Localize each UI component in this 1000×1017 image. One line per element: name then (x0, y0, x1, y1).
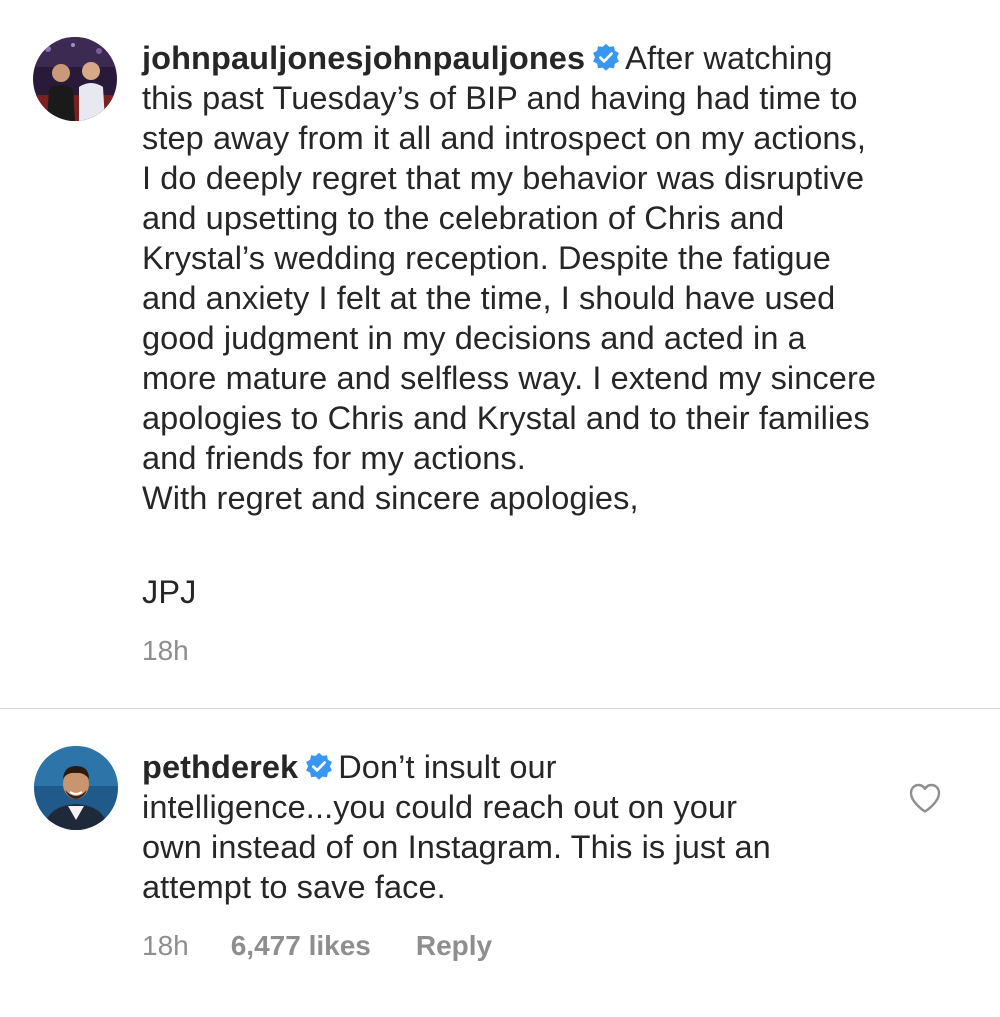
reply-button[interactable]: Reply (416, 930, 492, 962)
caption-line: more mature and selfless way. I extend m… (142, 360, 877, 396)
post-username[interactable]: johnpauljonesjohnpauljones (142, 40, 585, 76)
comment-timestamp: 18h (142, 930, 189, 961)
caption-line: good judgment in my decisions and acted … (142, 320, 806, 356)
caption-line: this past Tuesday’s of BIP and having ha… (142, 80, 858, 116)
caption-line: apologies to Chris and Krystal and to th… (142, 400, 870, 436)
comment-meta: 18h 6,477 likes Reply (142, 930, 492, 962)
likes-count[interactable]: 6,477 likes (231, 930, 371, 962)
caption-line: and upsetting to the celebration of Chri… (142, 200, 785, 236)
caption-signature: JPJ (142, 574, 197, 610)
verified-badge-icon (304, 752, 334, 782)
verified-badge-icon (591, 43, 621, 73)
heart-outline-icon[interactable] (908, 782, 942, 814)
comment-line: attempt to save face. (142, 869, 446, 905)
caption-line: and friends for my actions. (142, 440, 526, 476)
caption-text: After watching (625, 40, 833, 76)
comment-username[interactable]: pethderek (142, 749, 298, 785)
comment-text-start: Don’t insult our (338, 749, 557, 785)
post-avatar[interactable] (33, 37, 117, 121)
caption-line: With regret and sincere apologies, (142, 480, 639, 516)
caption-line: and anxiety I felt at the time, I should… (142, 280, 836, 316)
comment-avatar[interactable] (34, 746, 118, 830)
comment-text: pethderek Don’t insult our intelligence..… (142, 747, 862, 907)
divider (0, 708, 1000, 709)
caption-line: Krystal’s wedding reception. Despite the… (142, 240, 831, 276)
comment-line: own instead of on Instagram. This is jus… (142, 829, 771, 865)
comment-line: intelligence...you could reach out on yo… (142, 789, 737, 825)
caption-line: step away from it all and introspect on … (142, 120, 867, 156)
post-timestamp: 18h (142, 635, 189, 666)
caption-line: I do deeply regret that my behavior was … (142, 160, 865, 196)
post-caption: johnpauljonesjohnpauljones After watching… (142, 38, 972, 612)
